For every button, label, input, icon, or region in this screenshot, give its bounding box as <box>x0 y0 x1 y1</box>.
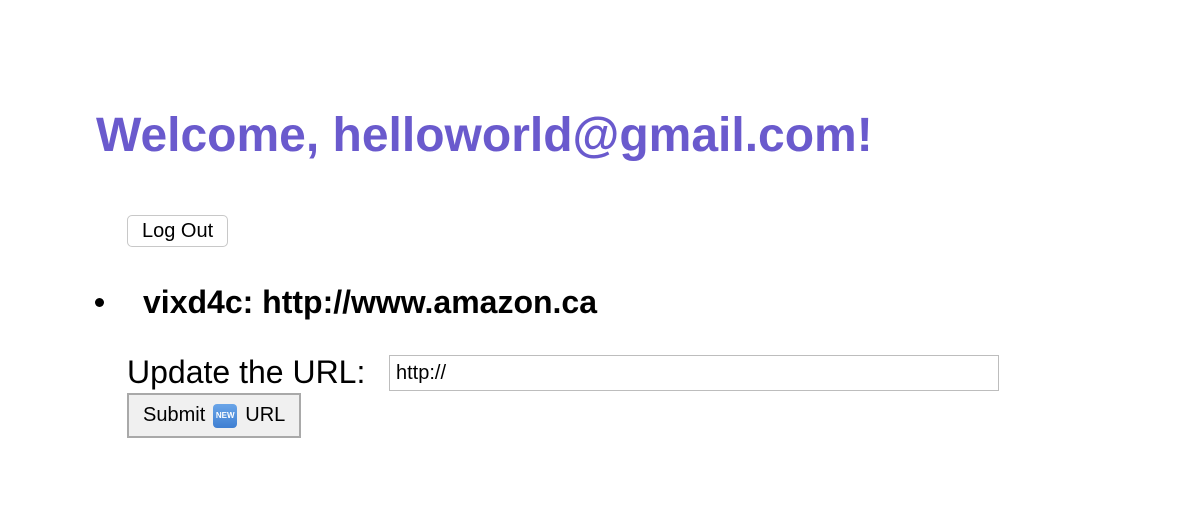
logout-button[interactable]: Log Out <box>127 215 229 247</box>
update-url-label: Update the URL: <box>127 354 366 390</box>
submit-suffix-label: URL <box>245 404 286 426</box>
welcome-heading: Welcome, helloworld@gmail.com! <box>96 109 873 162</box>
page: Welcome, helloworld@gmail.com! Log Out v… <box>0 0 1196 528</box>
bullet-icon <box>95 298 104 307</box>
new-emoji-icon: NEW <box>213 403 238 428</box>
submit-url-button[interactable]: Submit NEW URL <box>127 393 302 438</box>
submit-prefix-label: Submit <box>143 404 206 426</box>
short-url-entry: vixd4c: http://www.amazon.ca <box>143 284 598 320</box>
url-input[interactable] <box>389 355 999 391</box>
